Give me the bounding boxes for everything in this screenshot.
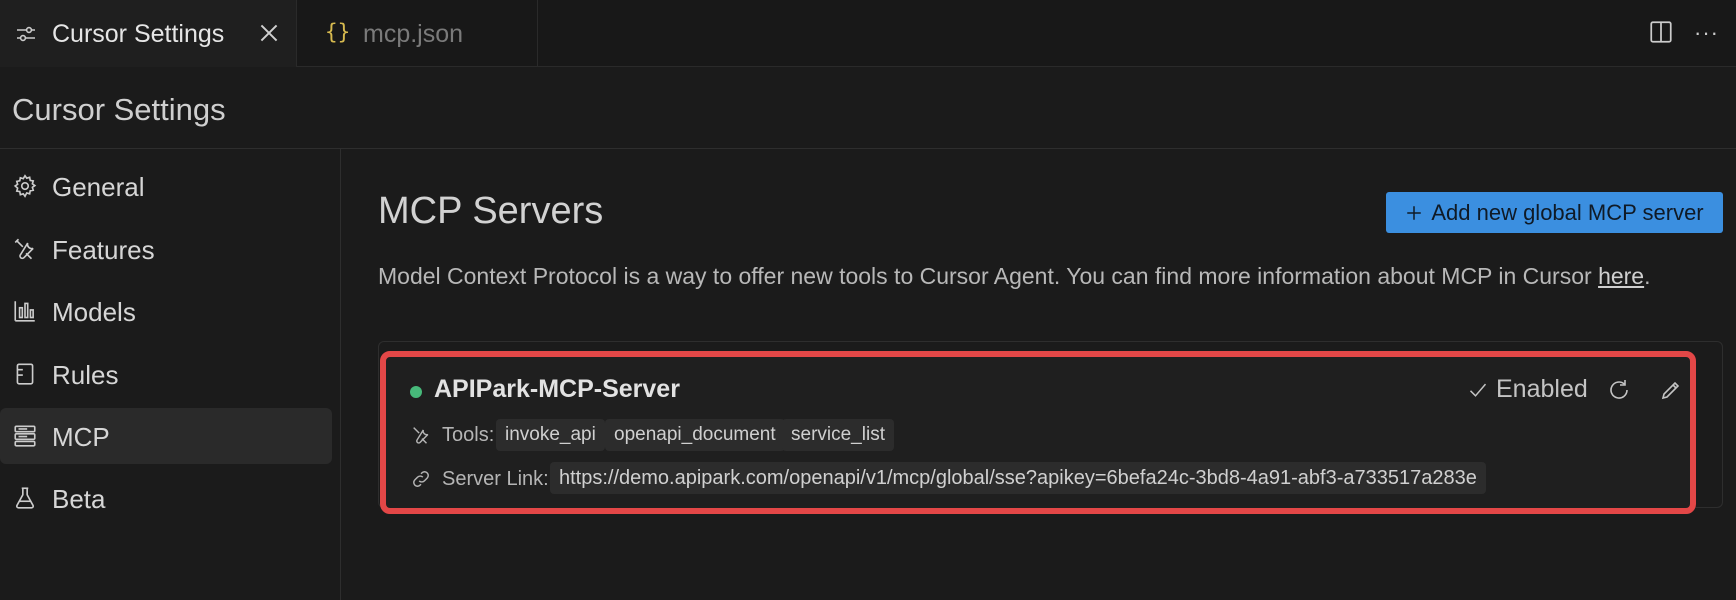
sidebar-item-label: Rules bbox=[52, 360, 119, 390]
sidebar-item-models[interactable]: Models bbox=[0, 283, 332, 339]
section-title: MCP Servers bbox=[378, 190, 604, 232]
split-editor-icon[interactable] bbox=[1648, 19, 1674, 45]
enabled-toggle[interactable]: Enabled bbox=[1468, 375, 1588, 404]
server-name: APIPark-MCP-Server bbox=[434, 375, 680, 403]
sidebar-item-rules[interactable]: Rules bbox=[0, 346, 332, 402]
sidebar-item-beta[interactable]: Beta bbox=[0, 470, 332, 526]
sidebar-item-general[interactable]: General bbox=[0, 158, 332, 214]
close-icon[interactable] bbox=[256, 20, 282, 46]
tab-label: Cursor Settings bbox=[52, 20, 225, 48]
status-label: Enabled bbox=[1496, 375, 1588, 403]
tool-chip: service_list bbox=[782, 419, 894, 451]
description-text: Model Context Protocol is a way to offer… bbox=[378, 263, 1599, 289]
sidebar-item-features[interactable]: Features bbox=[0, 221, 332, 277]
page-title: Cursor Settings bbox=[12, 92, 226, 127]
here-link[interactable]: here bbox=[1598, 263, 1644, 289]
tab-label: mcp.json bbox=[363, 20, 464, 48]
tab-bar: Cursor Settings {} mcp.json ··· bbox=[0, 0, 1736, 67]
refresh-icon[interactable] bbox=[1607, 378, 1631, 402]
tools-label: Tools: bbox=[442, 424, 495, 446]
check-icon bbox=[1469, 383, 1487, 397]
gear-icon bbox=[13, 174, 37, 198]
server-link-label: Server Link: bbox=[442, 468, 549, 490]
more-actions-icon[interactable]: ··· bbox=[1694, 20, 1719, 46]
tool-chip: openapi_document bbox=[605, 419, 785, 451]
sidebar-item-label: General bbox=[52, 172, 145, 202]
section-description: Model Context Protocol is a way to offer… bbox=[378, 258, 1728, 295]
tab-mcp-json[interactable]: {} mcp.json bbox=[298, 0, 538, 67]
sidebar-item-mcp[interactable]: MCP bbox=[0, 408, 332, 464]
mcp-server-card: APIPark-MCP-Server Enabled Tools: invoke… bbox=[380, 351, 1696, 514]
tools-icon bbox=[14, 238, 34, 260]
sliders-icon bbox=[17, 26, 35, 42]
json-braces-icon: {} bbox=[325, 20, 351, 44]
sidebar-item-label: Models bbox=[52, 297, 136, 327]
server-icon bbox=[14, 425, 36, 447]
tab-cursor-settings[interactable]: Cursor Settings bbox=[0, 0, 297, 67]
link-icon bbox=[413, 471, 429, 487]
sidebar-item-label: MCP bbox=[52, 422, 110, 452]
plus-icon bbox=[1407, 205, 1422, 220]
pencil-icon[interactable] bbox=[1659, 378, 1683, 402]
description-end: . bbox=[1644, 263, 1651, 289]
status-indicator bbox=[410, 386, 422, 398]
settings-sidebar: General Features Models Rules MCP Beta bbox=[0, 149, 341, 600]
add-global-mcp-server-button[interactable]: Add new global MCP server bbox=[1386, 192, 1723, 233]
sidebar-item-label: Features bbox=[52, 235, 155, 265]
sidebar-item-label: Beta bbox=[52, 484, 106, 514]
flask-icon bbox=[15, 487, 35, 509]
button-label: Add new global MCP server bbox=[1431, 199, 1704, 225]
tools-icon bbox=[413, 427, 429, 444]
server-link-value[interactable]: https://demo.apipark.com/openapi/v1/mcp/… bbox=[550, 462, 1486, 494]
bar-chart-icon bbox=[14, 301, 35, 322]
document-icon bbox=[16, 363, 34, 385]
tool-chip: invoke_api bbox=[496, 419, 605, 451]
